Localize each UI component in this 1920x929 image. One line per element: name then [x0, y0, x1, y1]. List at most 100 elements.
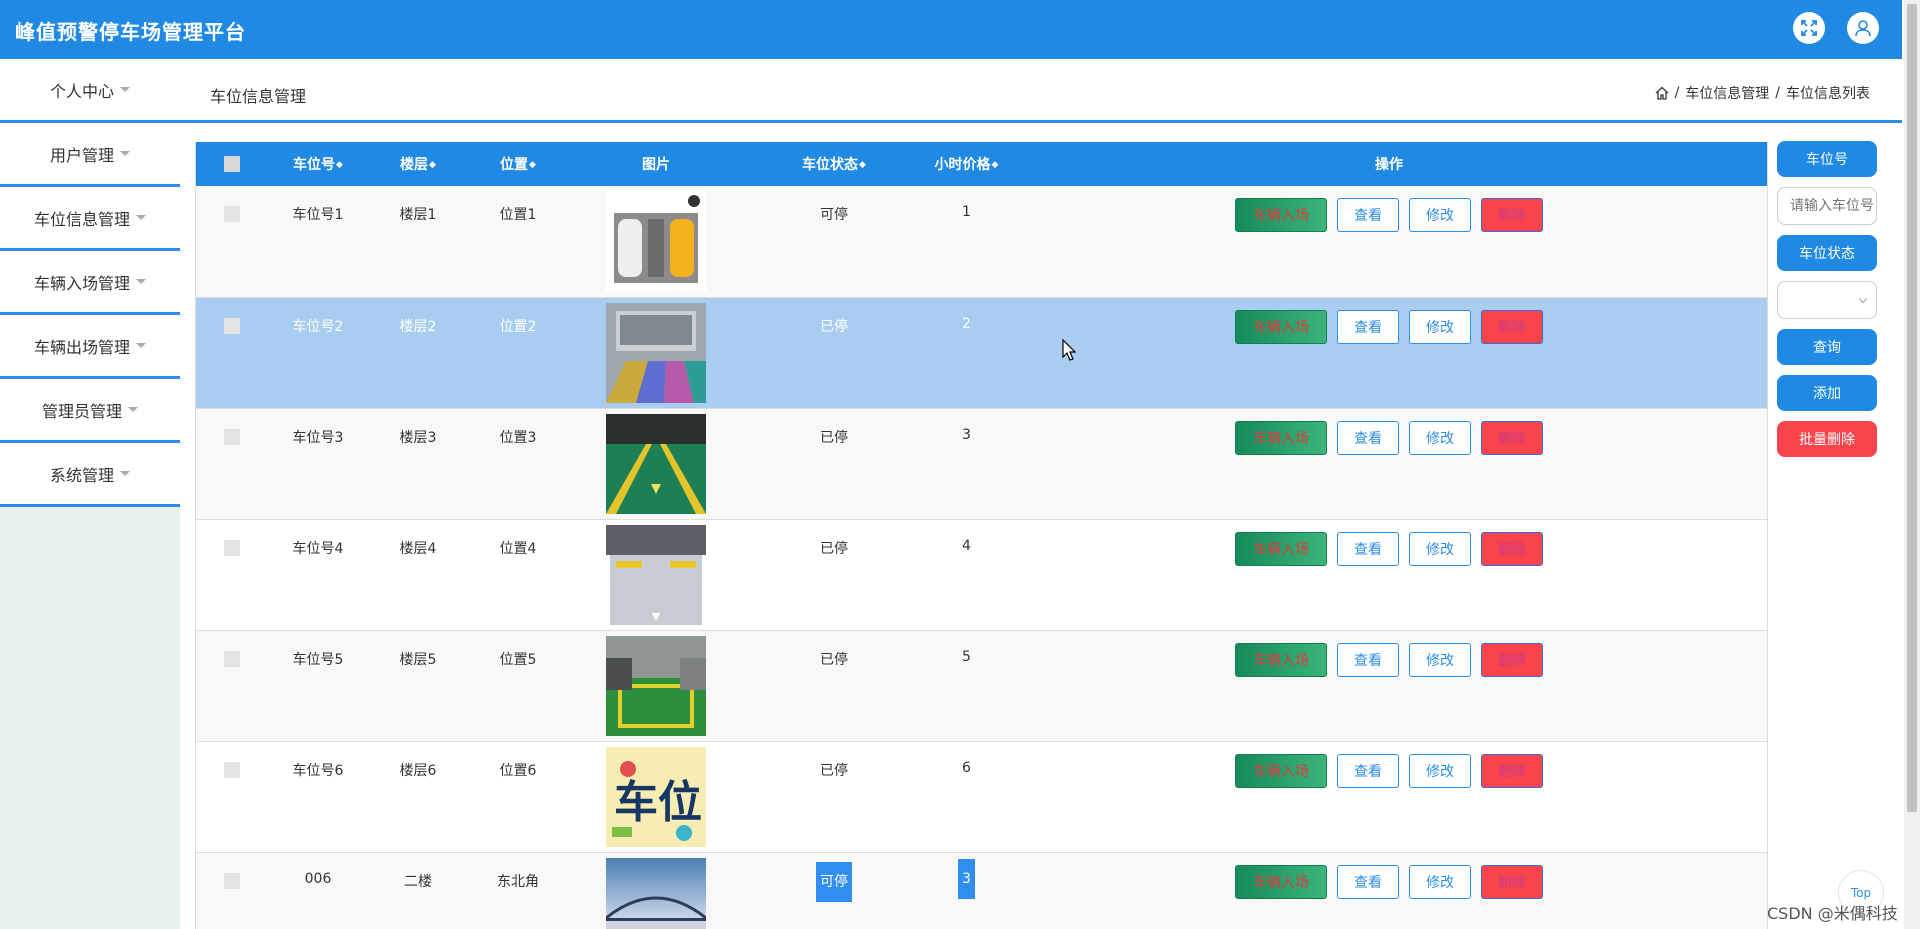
- sidebar-item-users[interactable]: 用户管理: [0, 123, 180, 187]
- cell-location: 位置6: [499, 762, 537, 779]
- edit-button[interactable]: 修改: [1409, 864, 1471, 899]
- cell-space-no: 车位号3: [292, 429, 344, 446]
- scrollbar-thumb[interactable]: [1907, 4, 1917, 812]
- row-checkbox[interactable]: [224, 206, 240, 222]
- cell-space-no: 车位号2: [292, 318, 344, 335]
- table-row[interactable]: 车位号1 楼层1 位置1 可停 1 车辆入场 查看 修改 删除: [196, 186, 1767, 297]
- add-button[interactable]: 添加: [1777, 375, 1877, 411]
- view-button[interactable]: 查看: [1337, 642, 1399, 677]
- sidebar-item-personal-center[interactable]: 个人中心: [0, 59, 180, 123]
- cell-space-no: 车位号1: [292, 207, 344, 223]
- delete-button[interactable]: 删除: [1481, 198, 1543, 232]
- column-header-location[interactable]: 位置◆: [468, 142, 568, 186]
- sidebar-item-system[interactable]: 系统管理: [0, 443, 180, 507]
- edit-button[interactable]: 修改: [1409, 531, 1471, 566]
- parking-photo: [606, 413, 706, 514]
- delete-button[interactable]: 删除: [1481, 309, 1543, 344]
- sidebar-item-label: 用户管理: [49, 145, 114, 165]
- cell-hourly-price: 3: [962, 426, 971, 443]
- vehicle-entry-button[interactable]: 车辆入场: [1235, 864, 1327, 899]
- filter-panel: 车位号 车位状态 查询 添加 批量删除: [1777, 141, 1877, 467]
- table-row[interactable]: 车位号3 楼层3 位置3 已停 3 车辆入场 查看 修改 删除: [196, 408, 1767, 519]
- home-icon[interactable]: [1655, 86, 1669, 100]
- cell-status: 已停: [820, 318, 848, 335]
- row-checkbox[interactable]: [224, 428, 240, 445]
- search-button[interactable]: 查询: [1777, 329, 1877, 365]
- cell-image: 车位: [568, 741, 744, 852]
- cell-image: [568, 630, 744, 741]
- view-button[interactable]: 查看: [1337, 531, 1399, 566]
- cell-image: [568, 186, 744, 297]
- view-button[interactable]: 查看: [1337, 198, 1399, 232]
- table-row[interactable]: 车位号6 楼层6 位置6 车位 已停 6 车辆入场 查看 修改 删除: [196, 741, 1767, 852]
- view-button[interactable]: 查看: [1337, 309, 1399, 344]
- page-scrollbar[interactable]: [1904, 0, 1920, 929]
- row-checkbox[interactable]: [224, 872, 240, 889]
- delete-button[interactable]: 删除: [1481, 642, 1543, 677]
- space-no-search-input[interactable]: [1777, 187, 1877, 225]
- cell-location: 位置5: [499, 651, 537, 668]
- cell-hourly-price: 6: [962, 759, 971, 776]
- cell-image: [568, 519, 744, 630]
- column-header-space-no[interactable]: 车位号◆: [268, 142, 368, 186]
- table-row[interactable]: 车位号4 楼层4 位置4 已停 4 车辆入场 查看 修改 删除: [196, 519, 1767, 630]
- cell-location: 位置4: [499, 540, 537, 557]
- cell-floor: 楼层3: [399, 429, 437, 446]
- sidebar-item-vehicle-exit[interactable]: 车辆出场管理: [0, 315, 180, 379]
- edit-button[interactable]: 修改: [1409, 420, 1471, 455]
- column-header-actions: 操作: [1375, 157, 1403, 173]
- cell-status: 已停: [820, 651, 848, 668]
- column-header-floor[interactable]: 楼层◆: [368, 142, 468, 186]
- row-checkbox[interactable]: [224, 317, 240, 334]
- delete-button[interactable]: 删除: [1481, 420, 1543, 455]
- table-row[interactable]: 车位号2 楼层2 位置2 已停 2 车辆入场 查看 修改 删除: [196, 297, 1767, 408]
- vehicle-entry-button[interactable]: 车辆入场: [1235, 753, 1327, 788]
- row-checkbox[interactable]: [224, 761, 240, 778]
- cell-floor: 二楼: [404, 873, 432, 890]
- vehicle-entry-button[interactable]: 车辆入场: [1235, 420, 1327, 455]
- delete-button[interactable]: 删除: [1481, 864, 1543, 899]
- sidebar-item-label: 车辆入场管理: [33, 273, 130, 293]
- view-button[interactable]: 查看: [1337, 420, 1399, 455]
- cell-floor: 楼层1: [399, 207, 437, 223]
- row-checkbox[interactable]: [224, 539, 240, 556]
- vehicle-entry-button[interactable]: 车辆入场: [1235, 642, 1327, 677]
- fullscreen-button[interactable]: [1793, 12, 1825, 44]
- caret-down-icon: [136, 215, 146, 220]
- select-all-checkbox[interactable]: [224, 156, 240, 172]
- sort-icon: ◆: [991, 160, 999, 170]
- table-row[interactable]: 车位号5 楼层5 位置5 已停 5 车辆入场 查看 修改 删除: [196, 630, 1767, 741]
- column-header-status[interactable]: 车位状态◆: [744, 142, 924, 186]
- row-checkbox[interactable]: [224, 650, 240, 667]
- sidebar-item-label: 车辆出场管理: [33, 337, 130, 357]
- delete-button[interactable]: 删除: [1481, 753, 1543, 788]
- batch-delete-button[interactable]: 批量删除: [1777, 421, 1877, 457]
- table-header-row: 车位号◆ 楼层◆ 位置◆ 图片 车位状态◆ 小时价格◆ 操作: [196, 142, 1767, 186]
- view-button[interactable]: 查看: [1337, 864, 1399, 899]
- sort-icon: ◆: [529, 160, 536, 170]
- vehicle-entry-button[interactable]: 车辆入场: [1235, 309, 1327, 344]
- cell-space-no: 006: [304, 870, 332, 887]
- user-menu-button[interactable]: [1847, 12, 1879, 44]
- sidebar-item-label: 个人中心: [49, 81, 114, 101]
- breadcrumb-item[interactable]: 车位信息管理: [1685, 83, 1769, 103]
- edit-button[interactable]: 修改: [1409, 753, 1471, 788]
- cell-status: 已停: [820, 540, 848, 557]
- sidebar-item-vehicle-entry[interactable]: 车辆入场管理: [0, 251, 180, 315]
- parking-photo: [605, 857, 707, 929]
- sidebar-item-admins[interactable]: 管理员管理: [0, 379, 180, 443]
- vehicle-entry-button[interactable]: 车辆入场: [1235, 198, 1327, 232]
- delete-button[interactable]: 删除: [1481, 531, 1543, 566]
- cell-status: 可停: [744, 852, 924, 929]
- cell-location: 东北角: [497, 873, 539, 890]
- edit-button[interactable]: 修改: [1409, 198, 1471, 232]
- app-title: 峰值预警停车场管理平台: [15, 20, 246, 44]
- view-button[interactable]: 查看: [1337, 753, 1399, 788]
- vehicle-entry-button[interactable]: 车辆入场: [1235, 531, 1327, 566]
- status-select[interactable]: [1777, 281, 1877, 319]
- edit-button[interactable]: 修改: [1409, 309, 1471, 344]
- sidebar-item-parking-spaces[interactable]: 车位信息管理: [0, 187, 180, 251]
- edit-button[interactable]: 修改: [1409, 642, 1471, 677]
- table-row[interactable]: 006 二楼 东北角 可停 3 车辆入场 查看 修改 删除: [196, 852, 1767, 929]
- column-header-hourly-price[interactable]: 小时价格◆: [924, 142, 1009, 186]
